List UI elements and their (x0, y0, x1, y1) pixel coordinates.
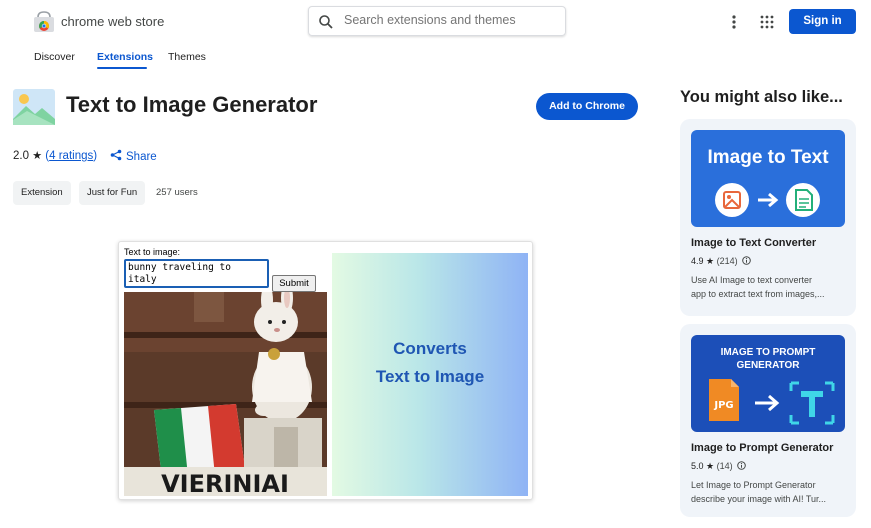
banner-line-2: Text to Image (375, 367, 485, 386)
card-rating-value: 5.0 (691, 461, 704, 471)
card-name: Image to Prompt Generator (691, 442, 834, 454)
more-options-icon[interactable] (726, 13, 742, 31)
star-icon: ★ (32, 150, 43, 162)
screenshot-textarea: bunny traveling to italy (124, 259, 269, 288)
tab-themes[interactable]: Themes (168, 51, 206, 63)
card-description-line: Let Image to Prompt Generator (691, 480, 816, 490)
google-apps-icon[interactable] (759, 14, 775, 30)
add-to-chrome-button[interactable]: Add to Chrome (536, 93, 638, 120)
card-description: Let Image to Prompt Generator describe y… (691, 479, 847, 506)
recommendation-card[interactable]: Image to Text Image to Text Converter 4.… (680, 119, 856, 316)
svg-text:VIERINIAI: VIERINIAI (161, 470, 289, 496)
rating-value: 2.0 (13, 150, 29, 162)
sign-in-button[interactable]: Sign in (789, 9, 856, 34)
store-name[interactable]: chrome web store (61, 14, 164, 29)
star-icon: ★ (706, 256, 715, 266)
ratings-link[interactable]: 4 ratings (49, 150, 93, 162)
chrome-web-store-logo-icon[interactable] (33, 11, 55, 33)
card-rating-count: (214) (716, 256, 738, 266)
user-count: 257 users (156, 187, 198, 198)
share-icon (110, 149, 122, 161)
card-rating: 4.9 ★ (214) (691, 256, 751, 267)
card-description-line: Use AI Image to text converter (691, 275, 813, 285)
search-icon (318, 14, 334, 30)
card-description: Use AI Image to text converter app to ex… (691, 274, 847, 301)
extension-title: Text to Image Generator (66, 92, 318, 117)
share-button[interactable]: Share (110, 149, 157, 163)
banner-line-1: Converts (393, 339, 467, 358)
screenshot-label: Text to image: (124, 247, 181, 257)
active-tab-indicator (97, 67, 147, 69)
card-description-line: describe your image with AI! Tur... (691, 493, 827, 504)
card-name: Image to Text Converter (691, 237, 817, 249)
bunny-photo: VIERINIAI (124, 292, 327, 496)
tab-discover[interactable]: Discover (34, 51, 75, 63)
star-icon: ★ (706, 461, 715, 471)
rating-row: 2.0 ★ (4 ratings) (13, 150, 98, 162)
tab-extensions[interactable]: Extensions (97, 51, 153, 63)
search-input[interactable] (344, 13, 554, 27)
card-image: IMAGE TO PROMPT GENERATOR JPG (691, 335, 845, 432)
chip-just-for-fun[interactable]: Just for Fun (79, 181, 146, 205)
svg-text:JPG: JPG (713, 400, 733, 411)
nav-tabs: Discover Extensions Themes (0, 44, 871, 70)
recommendation-card[interactable]: IMAGE TO PROMPT GENERATOR JPG Image to P… (680, 324, 856, 517)
card-image: Image to Text (691, 130, 845, 227)
card-rating-count: (14) (716, 461, 733, 471)
top-bar: chrome web store Sign in (0, 0, 871, 44)
info-icon[interactable] (737, 461, 746, 470)
chip-extension[interactable]: Extension (13, 181, 71, 205)
share-label: Share (126, 151, 157, 163)
card-description-line: app to extract text from images,... (691, 288, 825, 299)
search-box[interactable] (308, 6, 566, 36)
extension-screenshot: Text to image: bunny traveling to italy … (118, 241, 533, 500)
card-rating: 5.0 ★ (14) (691, 461, 746, 472)
info-icon[interactable] (742, 256, 751, 265)
screenshot-submit-button: Submit (272, 275, 316, 292)
recommendations-title: You might also like... (680, 88, 843, 106)
converts-banner: Converts Text to Image (332, 253, 528, 496)
extension-logo-icon (13, 89, 55, 125)
card-rating-value: 4.9 (691, 256, 704, 266)
